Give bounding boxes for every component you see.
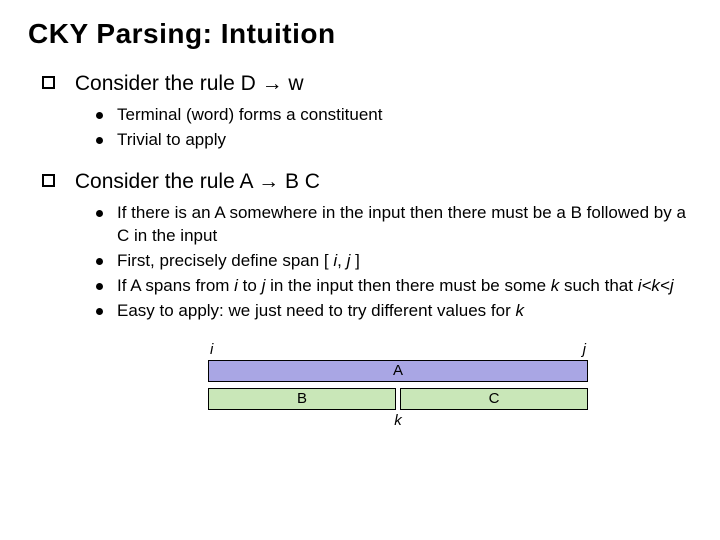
slide-title: CKY Parsing: Intuition — [28, 18, 692, 50]
dot-icon — [96, 258, 103, 265]
label-k: k — [208, 412, 588, 429]
ij-labels: i j — [208, 341, 588, 360]
rule-d-sublist: Terminal (word) forms a constituent Triv… — [96, 104, 692, 152]
span-post: ] — [350, 251, 359, 270]
rule-a-sublist: If there is an A somewhere in the input … — [96, 202, 692, 323]
label-i: i — [210, 341, 213, 358]
rule-a-sub-2: First, precisely define span [ i, j ] — [96, 250, 692, 273]
rule-a-sub-2-text: First, precisely define span [ i, j ] — [117, 250, 692, 273]
bullet-rule-a: Consider the rule A → B C — [42, 170, 692, 194]
span-mid: , — [337, 251, 346, 270]
span-pre: First, precisely define span [ — [117, 251, 333, 270]
label-j: j — [583, 341, 586, 358]
rule-a-sub-4-text: Easy to apply: we just need to try diffe… — [117, 300, 692, 323]
c-mid2: in the input then there must be some — [265, 276, 550, 295]
d-pre: Easy to apply: we just need to try diffe… — [117, 301, 515, 320]
dot-icon — [96, 112, 103, 119]
c-mid1: to — [238, 276, 262, 295]
rule-d-sub-1-text: Terminal (word) forms a constituent — [117, 104, 692, 127]
bar-c: C — [400, 388, 588, 410]
bar-a: A — [208, 360, 588, 382]
var-k: k — [515, 301, 524, 320]
bar-b: B — [208, 388, 396, 410]
var-ineq: i<k<j — [638, 276, 674, 295]
rule-a-sub-3-text: If A spans from i to j in the input then… — [117, 275, 692, 298]
rule-d-sub-2: Trivial to apply — [96, 129, 692, 152]
dot-icon — [96, 283, 103, 290]
rule-d-sub-1: Terminal (word) forms a constituent — [96, 104, 692, 127]
dot-icon — [96, 137, 103, 144]
rule-d-heading: Consider the rule D → w — [75, 72, 304, 95]
c-mid3: such that — [559, 276, 637, 295]
rule-a-sub-4: Easy to apply: we just need to try diffe… — [96, 300, 692, 323]
bullet-rule-d: Consider the rule D → w — [42, 72, 692, 96]
c-pre: If A spans from — [117, 276, 234, 295]
rule-d-sub-2-text: Trivial to apply — [117, 129, 692, 152]
bc-row: B C — [208, 388, 588, 410]
var-k: k — [551, 276, 560, 295]
rule-a-sub-1-text: If there is an A somewhere in the input … — [117, 202, 692, 248]
span-diagram: i j A B C k — [208, 341, 588, 429]
rule-a-heading: Consider the rule A → B C — [75, 170, 320, 193]
dot-icon — [96, 308, 103, 315]
rule-a-sub-3: If A spans from i to j in the input then… — [96, 275, 692, 298]
rule-a-sub-1: If there is an A somewhere in the input … — [96, 202, 692, 248]
dot-icon — [96, 210, 103, 217]
